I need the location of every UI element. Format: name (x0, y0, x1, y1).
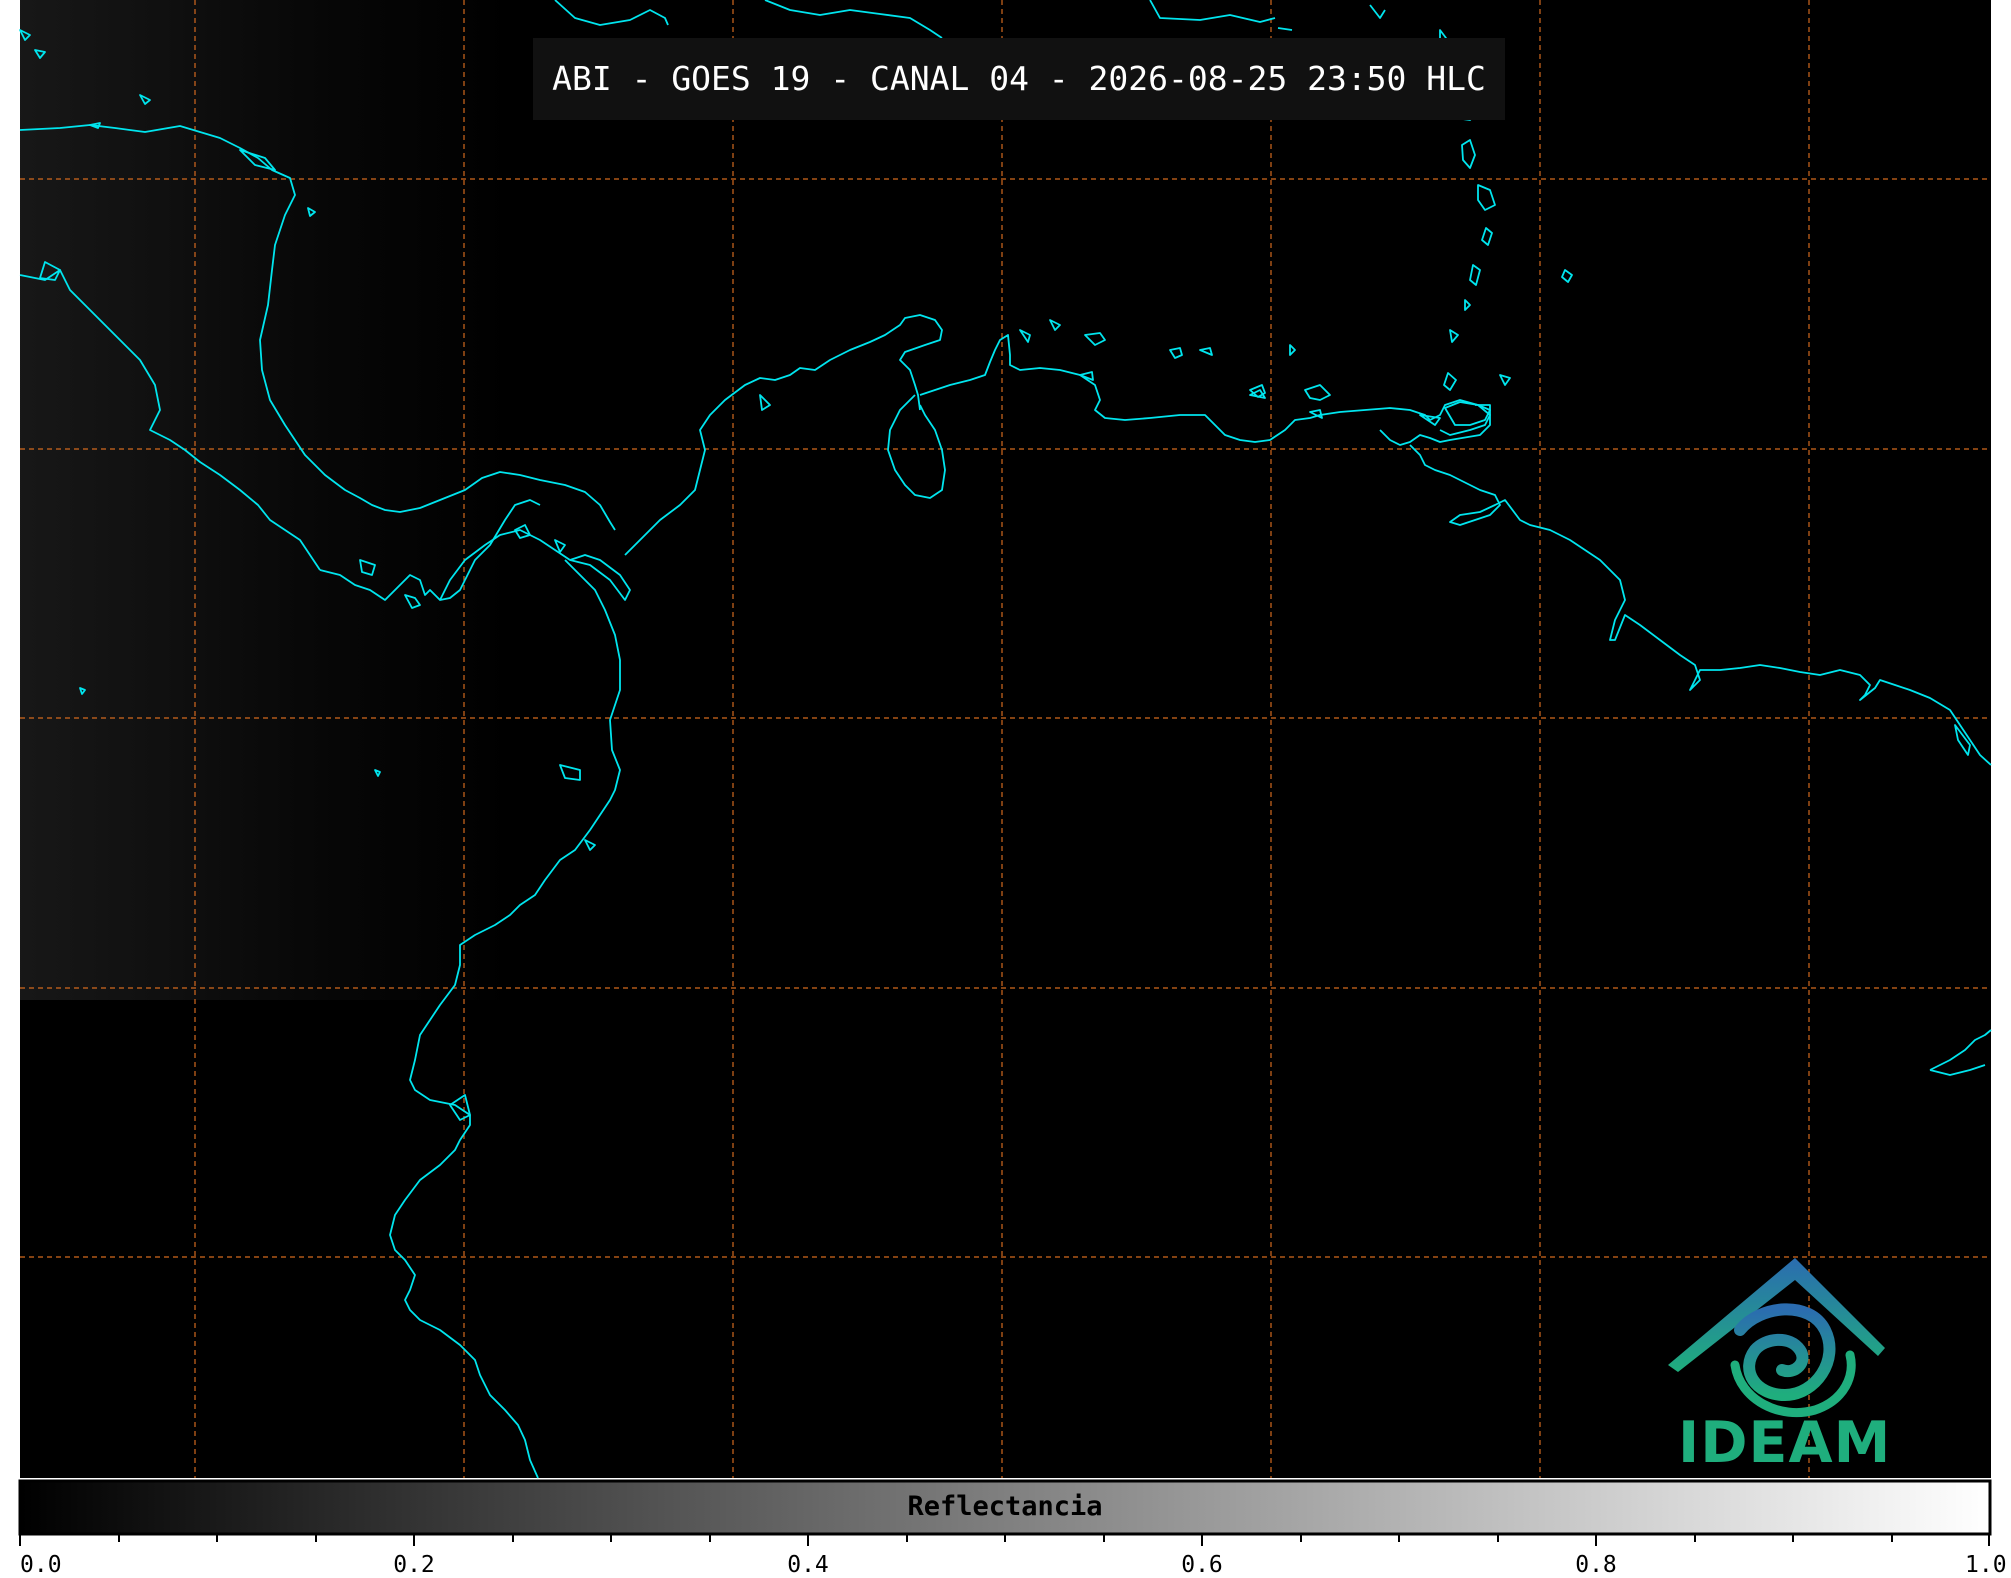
title-box: ABI - GOES 19 - CANAL 04 - 2026-08-25 23… (533, 38, 1505, 120)
colorbar-tick-label: 0.6 (1181, 1552, 1223, 1578)
colorbar-label: Reflectancia (907, 1491, 1103, 1522)
colorbar-tick-label: 1.0 (1965, 1552, 2007, 1578)
image-haze (20, 0, 920, 1000)
colorbar-ticks (19, 1534, 1990, 1546)
colorbar-tick-label: 0.4 (787, 1552, 829, 1578)
colorbar-tick-label: 0.8 (1575, 1552, 1617, 1578)
map-title: ABI - GOES 19 - CANAL 04 - 2026-08-25 23… (552, 59, 1486, 98)
colorbar-tick-label: 0.0 (20, 1552, 62, 1578)
ideam-logo-text: IDEAM (1678, 1410, 1892, 1476)
colorbar-tick-label: 0.2 (393, 1552, 435, 1578)
satellite-map (18, 0, 1992, 1546)
